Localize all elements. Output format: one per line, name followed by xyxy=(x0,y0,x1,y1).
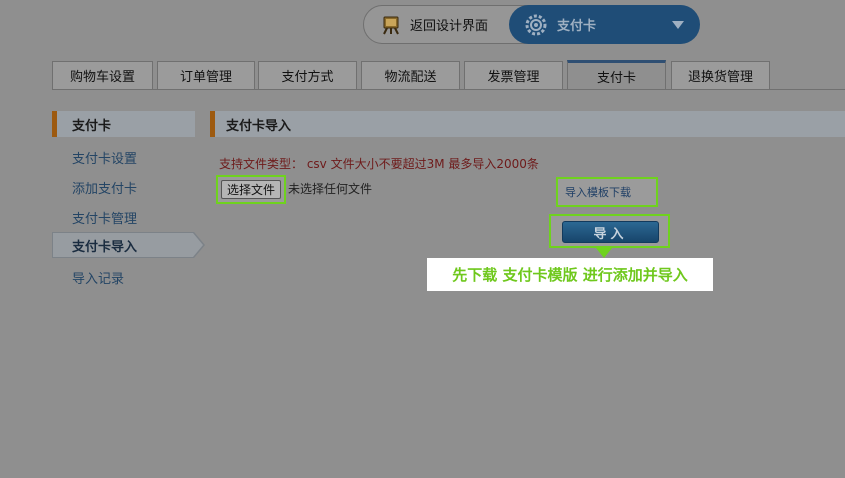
sidebar-item-label: 添加支付卡 xyxy=(72,182,138,197)
template-download-highlight: 导入模板下载 xyxy=(556,177,658,207)
tab-label: 物流配送 xyxy=(384,70,437,85)
template-download-link[interactable]: 导入模板下载 xyxy=(565,184,631,200)
tab-label: 购物车设置 xyxy=(69,70,135,85)
current-module-dropdown[interactable]: 支付卡 xyxy=(509,5,700,44)
tab-label: 发票管理 xyxy=(487,70,540,85)
tab-payment-methods[interactable]: 支付方式 xyxy=(258,61,357,89)
import-button-highlight: 导入 xyxy=(549,214,670,248)
sidebar-item-card-settings[interactable]: 支付卡设置 xyxy=(72,148,137,167)
sidebar-item-card-import[interactable]: 支付卡导入 xyxy=(52,232,205,258)
design-easel-icon xyxy=(383,16,399,34)
active-arrow-fill xyxy=(193,233,203,257)
file-status-text: 未选择任何文件 xyxy=(288,182,373,196)
back-to-design-button[interactable]: 返回设计界面 xyxy=(380,6,488,43)
tab-logistics[interactable]: 物流配送 xyxy=(361,61,460,89)
tab-label: 支付卡 xyxy=(596,71,636,86)
tab-cart-settings[interactable]: 购物车设置 xyxy=(52,61,153,89)
sidebar-item-add-card[interactable]: 添加支付卡 xyxy=(72,178,137,197)
file-picker-highlight: 选择文件 xyxy=(216,175,286,204)
sidebar-item-label: 支付卡导入 xyxy=(72,239,138,255)
tab-returns-management[interactable]: 退换货管理 xyxy=(671,61,770,89)
sidebar-item-card-management[interactable]: 支付卡管理 xyxy=(72,208,137,227)
sidebar-item-label: 导入记录 xyxy=(72,272,125,287)
sidebar-item-label: 支付卡管理 xyxy=(72,212,138,227)
sidebar-item-import-records[interactable]: 导入记录 xyxy=(72,268,124,287)
page-title: 支付卡导入 xyxy=(210,111,845,137)
gear-icon xyxy=(525,14,547,35)
current-module-label: 支付卡 xyxy=(557,19,597,34)
file-requirements-hint: 支持文件类型： csv 文件大小不要超过3M 最多导入2000条 xyxy=(219,157,539,171)
sidebar-header: 支付卡 xyxy=(52,111,195,137)
tab-order-management[interactable]: 订单管理 xyxy=(157,61,255,89)
tab-payment-card[interactable]: 支付卡 xyxy=(567,60,666,90)
guide-tooltip: 先下载 支付卡模版 进行添加并导入 xyxy=(427,258,713,291)
choose-file-button[interactable]: 选择文件 xyxy=(221,180,281,199)
view-switcher: 返回设计界面 支付卡 xyxy=(363,5,700,44)
tab-divider xyxy=(52,89,845,90)
chevron-down-icon xyxy=(672,21,684,29)
back-to-design-label: 返回设计界面 xyxy=(410,19,489,34)
tab-label: 订单管理 xyxy=(179,70,232,85)
sidebar-item-label: 支付卡设置 xyxy=(72,152,138,167)
tab-invoice-management[interactable]: 发票管理 xyxy=(464,61,563,89)
tab-label: 支付方式 xyxy=(281,70,334,85)
tooltip-pointer xyxy=(596,248,612,258)
import-button[interactable]: 导入 xyxy=(562,221,659,243)
tab-label: 退换货管理 xyxy=(687,70,753,85)
